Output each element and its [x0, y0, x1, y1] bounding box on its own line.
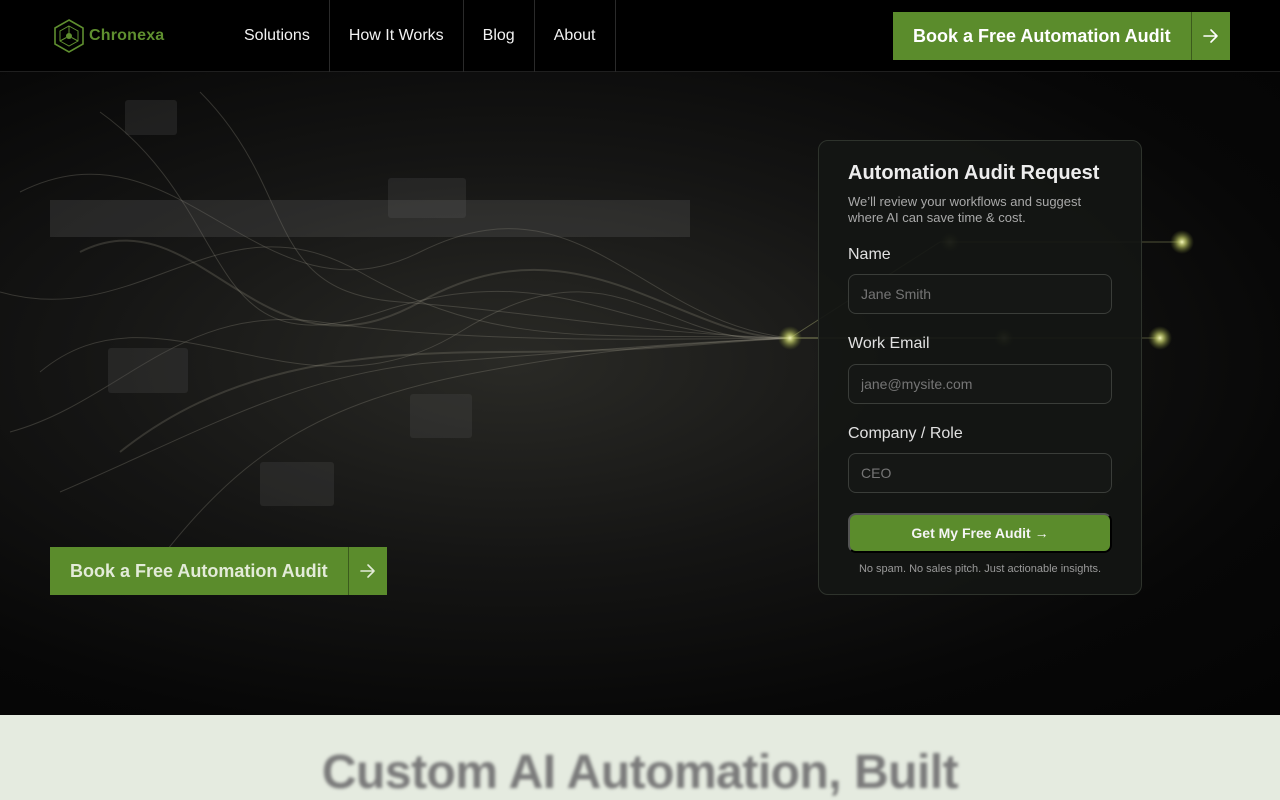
- logo[interactable]: Chronexa: [53, 18, 164, 54]
- form-title: Automation Audit Request: [848, 162, 1100, 184]
- hero-placeholder-block: [125, 100, 177, 135]
- work-email-label: Work Email: [848, 335, 930, 352]
- nav-item-about[interactable]: About: [535, 0, 616, 72]
- form-subtitle: We’ll review your workflows and suggest …: [848, 194, 1082, 225]
- arrow-right-icon: [347, 547, 387, 595]
- main-nav: Solutions How It Works Blog About: [225, 0, 616, 72]
- hero-cta-label: Book a Free Automation Audit: [70, 560, 328, 581]
- work-email-input[interactable]: [848, 364, 1112, 404]
- company-role-label: Company / Role: [848, 425, 963, 442]
- arrow-right-icon: [1190, 12, 1230, 60]
- nav-item-solutions[interactable]: Solutions: [225, 0, 330, 72]
- name-label: Name: [848, 246, 891, 263]
- get-free-audit-button[interactable]: Get My Free Audit →: [848, 513, 1112, 553]
- section-heading: Custom AI Automation, Built: [321, 746, 959, 799]
- name-input[interactable]: [848, 274, 1112, 314]
- logo-text: Chronexa: [89, 27, 165, 44]
- header-cta-label: Book a Free Automation Audit: [913, 25, 1171, 46]
- company-role-input[interactable]: [848, 453, 1112, 493]
- nav-item-blog[interactable]: Blog: [464, 0, 535, 72]
- logo-hexagon-icon: [54, 19, 84, 53]
- audit-request-form: Automation Audit Request We’ll review yo…: [818, 140, 1142, 595]
- hero-placeholder-block: [108, 348, 188, 393]
- hero-section: Book a Free Automation Audit Automation …: [0, 72, 1280, 715]
- hero-placeholder-block: [410, 394, 472, 438]
- nav-item-how-it-works[interactable]: How It Works: [330, 0, 464, 72]
- features-section: Custom AI Automation, Built: [0, 715, 1280, 800]
- hero-placeholder-block: [260, 462, 334, 506]
- form-disclaimer: No spam. No sales pitch. Just actionable…: [858, 563, 1102, 575]
- header-book-audit-button[interactable]: Book a Free Automation Audit: [893, 12, 1230, 60]
- site-header: Chronexa Solutions How It Works Blog Abo…: [0, 0, 1280, 72]
- hero-headline-placeholder: [50, 200, 690, 237]
- hero-book-audit-button[interactable]: Book a Free Automation Audit: [50, 547, 387, 595]
